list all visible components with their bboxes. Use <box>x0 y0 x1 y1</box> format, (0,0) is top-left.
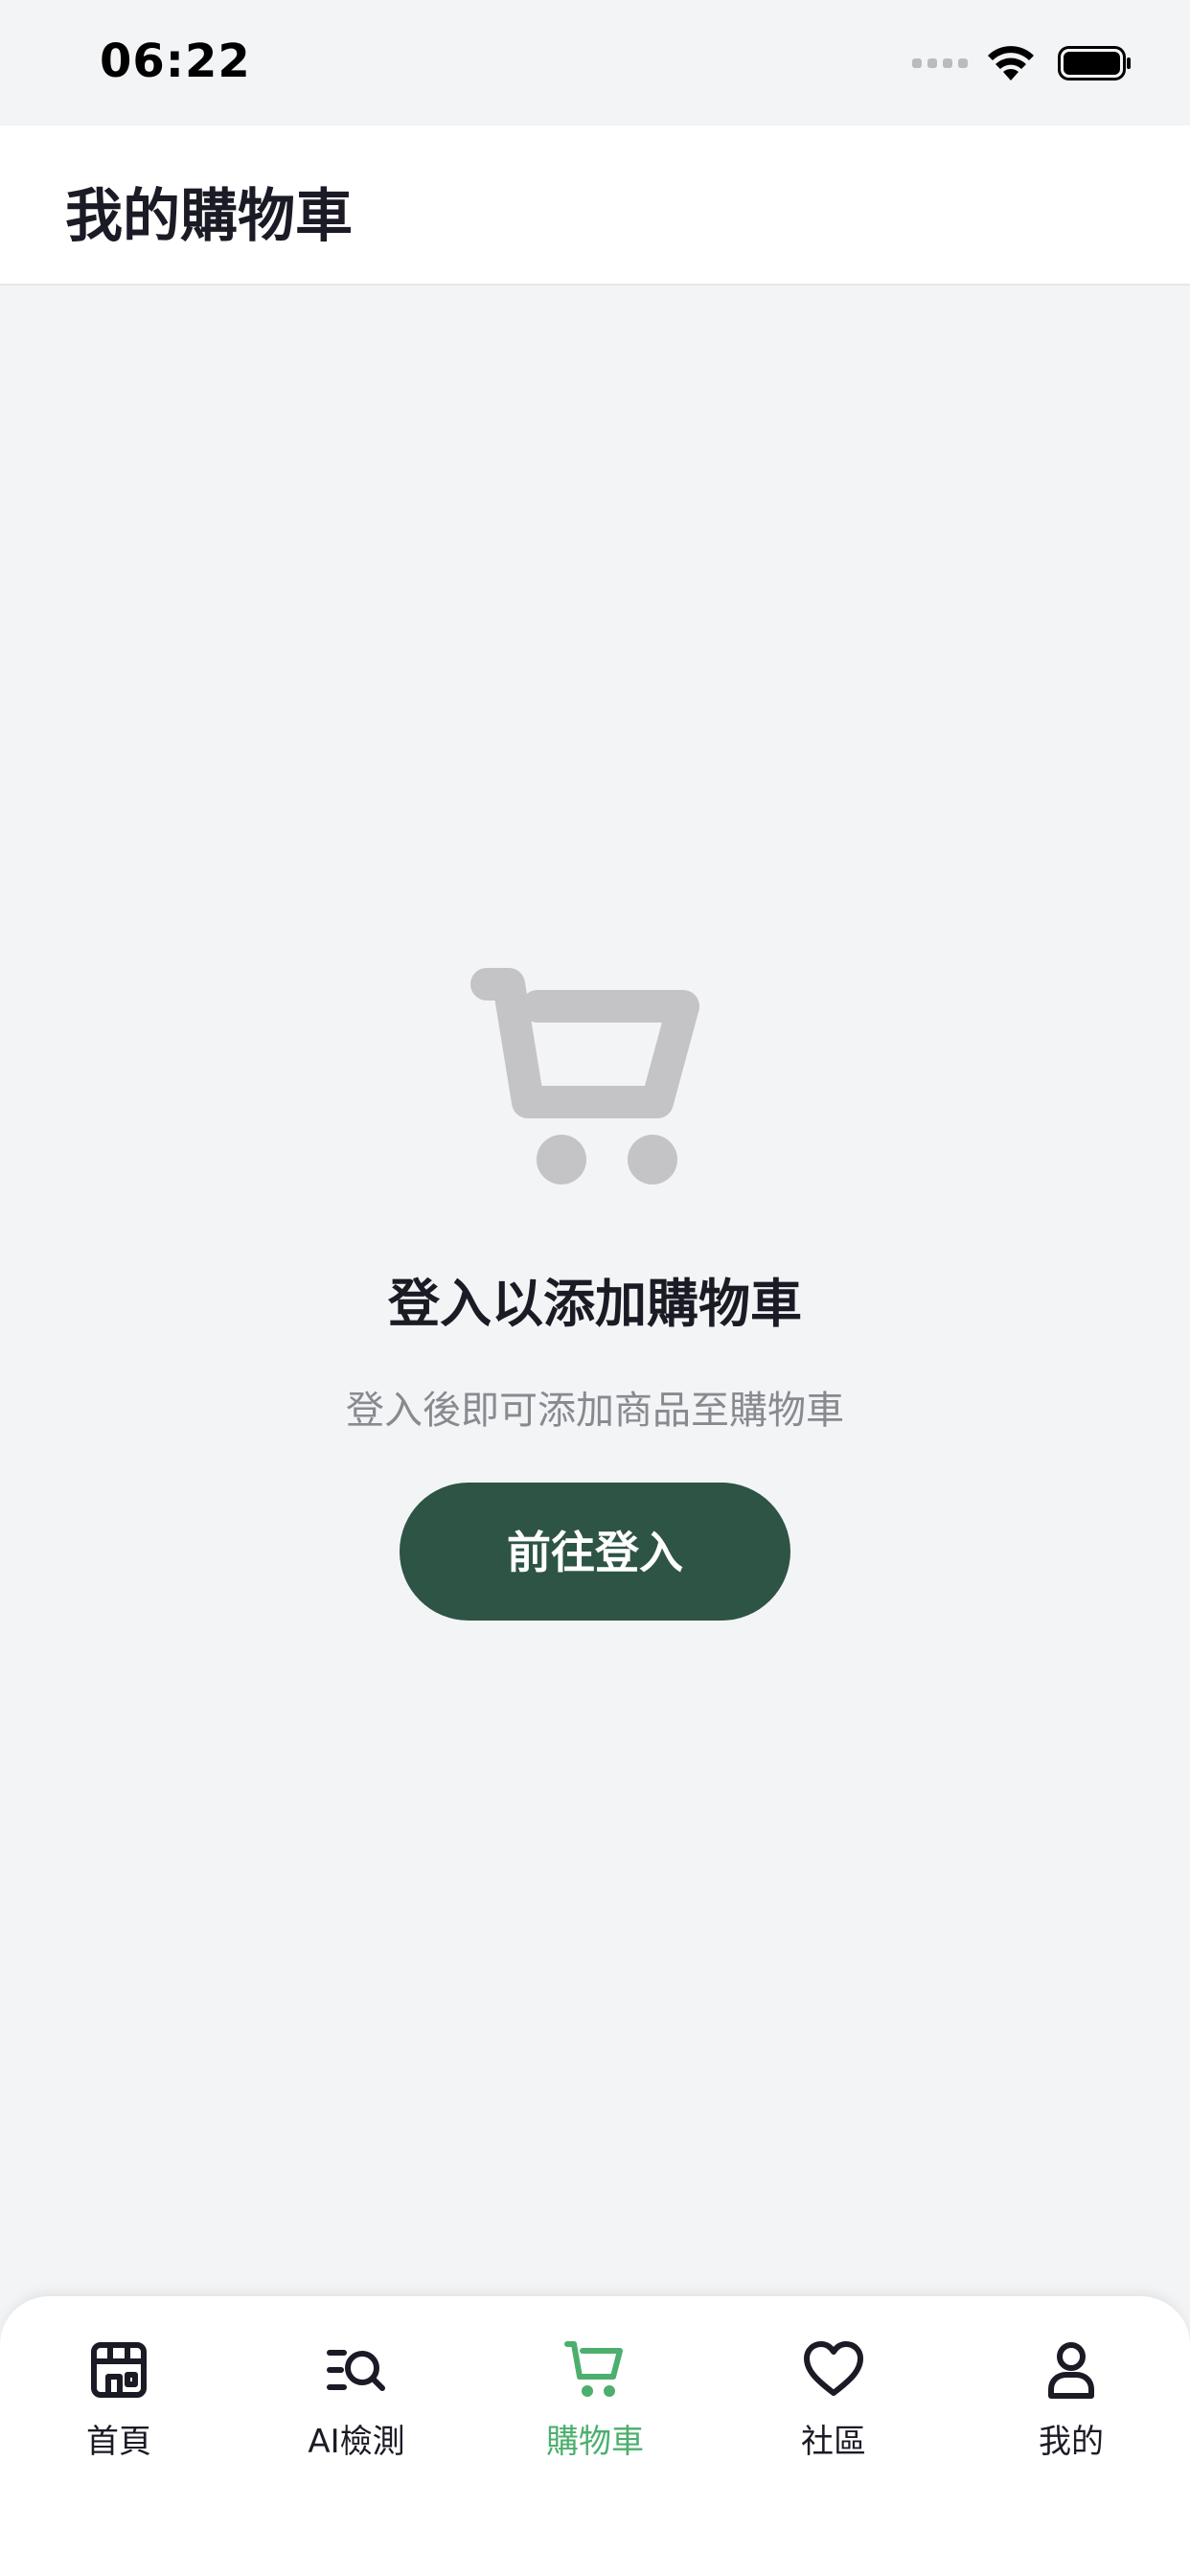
go-login-button[interactable]: 前往登入 <box>400 1483 790 1621</box>
status-bar: 06:22 <box>0 0 1190 126</box>
empty-state-title: 登入以添加購物車 <box>388 1274 802 1334</box>
shopping-cart-icon <box>470 968 699 1184</box>
tab-profile-label: 我的 <box>1039 2423 1104 2461</box>
tab-home-label: 首頁 <box>86 2423 151 2461</box>
status-icons <box>912 42 1133 84</box>
store-icon <box>91 2342 147 2398</box>
empty-cart-state: 登入以添加購物車 登入後即可添加商品至購物車 前往登入 <box>0 968 1190 1621</box>
tab-community[interactable]: 社區 <box>738 2338 929 2462</box>
wifi-icon <box>988 46 1034 80</box>
signal-icon <box>912 58 968 68</box>
battery-icon <box>1058 46 1131 80</box>
cart-icon <box>564 2341 623 2397</box>
status-time: 06:22 <box>100 34 251 88</box>
page-title: 我的購物車 <box>65 183 353 250</box>
bottom-tab-bar: 首頁 AI檢測 購物車 社區 我的 <box>0 2294 1190 2576</box>
tab-ai-detection-label: AI檢測 <box>308 2423 405 2461</box>
tab-home[interactable]: 首頁 <box>23 2338 215 2462</box>
tab-community-label: 社區 <box>801 2423 866 2461</box>
tab-ai-detection[interactable]: AI檢測 <box>261 2338 452 2462</box>
heart-icon <box>804 2341 863 2396</box>
tab-profile[interactable]: 我的 <box>975 2338 1167 2462</box>
user-icon <box>1048 2342 1094 2399</box>
tab-cart-label: 購物車 <box>546 2423 644 2461</box>
header: 我的購物車 <box>0 126 1190 286</box>
search-list-icon <box>327 2350 385 2391</box>
tab-cart[interactable]: 購物車 <box>499 2338 691 2462</box>
empty-state-description: 登入後即可添加商品至購物車 <box>346 1389 844 1433</box>
